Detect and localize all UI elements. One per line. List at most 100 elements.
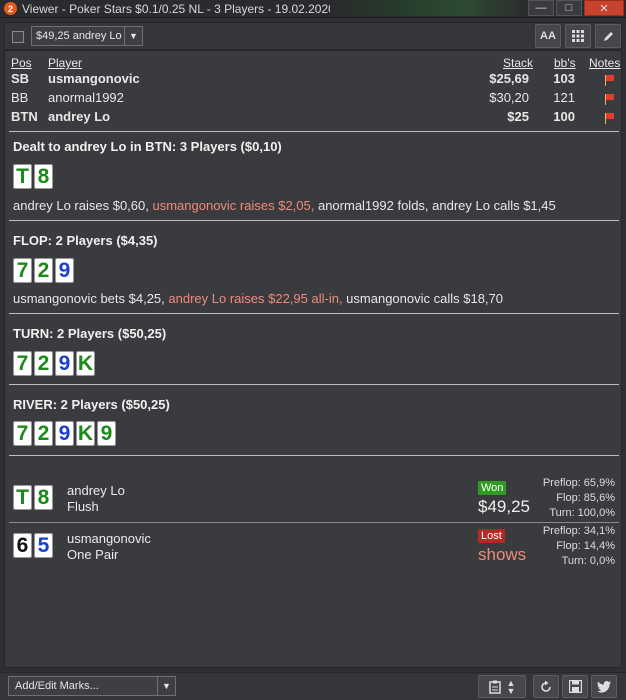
player-stack: $25	[507, 109, 529, 124]
card: 6	[13, 533, 32, 558]
font-size-button[interactable]: AA	[535, 24, 561, 48]
divider	[9, 313, 619, 314]
player-row[interactable]: BB anormal1992 $30,20 121	[5, 90, 621, 109]
note-flag-icon[interactable]	[603, 94, 615, 105]
action-text: andrey Lo raises $0,60,	[13, 198, 153, 213]
card: 8	[34, 485, 53, 510]
card: T	[13, 164, 32, 189]
card: 7	[13, 351, 32, 376]
players-header: Pos Player Stack bb's Notes	[5, 56, 621, 70]
card: 2	[34, 421, 53, 446]
card: K	[76, 421, 95, 446]
minimize-button[interactable]: —	[528, 0, 554, 16]
twitter-icon	[597, 680, 611, 693]
card: T	[13, 485, 32, 510]
won-badge: Won	[478, 481, 507, 495]
player-name: anormal1992	[48, 90, 124, 105]
shows-label: shows	[478, 545, 527, 564]
save-icon	[568, 680, 582, 693]
clipboard-icon	[488, 680, 501, 694]
result-hand: One Pair	[67, 547, 119, 562]
note-flag-icon[interactable]	[603, 75, 615, 86]
action-text: usmangonovic calls $18,70	[346, 291, 503, 306]
card: 5	[34, 533, 53, 558]
turn-title: TURN: 2 Players ($50,25)	[13, 326, 167, 341]
maximize-button[interactable]: □	[556, 0, 582, 16]
clipboard-button[interactable]: ▲ ▼	[478, 675, 526, 698]
player-stack: $25,69	[489, 71, 529, 86]
twitter-button[interactable]	[591, 675, 617, 698]
toolbar: $49,25 andrey Lo ▼ AA	[4, 22, 622, 50]
flop-title: FLOP: 2 Players ($4,35)	[13, 233, 158, 248]
card: 7	[13, 421, 32, 446]
chevron-down-icon[interactable]: ▼	[157, 677, 175, 695]
flop-cards: 7 2 9	[13, 258, 74, 283]
player-dropdown[interactable]: $49,25 andrey Lo ▼	[31, 26, 143, 46]
col-bbs: bb's	[554, 56, 576, 70]
equity-flop: Flop: 14,4%	[556, 540, 615, 552]
equity-flop: Flop: 85,6%	[556, 492, 615, 504]
close-button[interactable]: ✕	[584, 0, 624, 16]
player-bbs: 100	[553, 109, 575, 124]
card: 2	[34, 351, 53, 376]
player-bbs: 121	[553, 90, 575, 105]
player-pos: BB	[11, 90, 29, 105]
action-text: anormal1992 folds, andrey Lo calls $1,45	[317, 198, 556, 213]
hand-history-panel: Pos Player Stack bb's Notes SB usmangono…	[4, 50, 622, 668]
flop-actions: usmangonovic bets $4,25, andrey Lo raise…	[13, 291, 503, 306]
player-row[interactable]: BTN andrey Lo $25 100	[5, 109, 621, 128]
select-checkbox[interactable]	[12, 31, 24, 43]
window-title: Viewer - Poker Stars $0.1/0.25 NL - 3 Pl…	[22, 1, 362, 16]
app-logo-icon: 2	[4, 2, 17, 15]
action-text-raise: usmangonovic raises $2,05,	[152, 198, 318, 213]
player-bbs: 103	[553, 71, 575, 86]
card: 7	[13, 258, 32, 283]
equity-preflop: Preflop: 65,9%	[542, 477, 615, 489]
chevron-down-icon[interactable]: ▼	[124, 27, 142, 45]
marks-dropdown[interactable]: Add/Edit Marks... ▼	[8, 676, 176, 696]
col-pos: Pos	[11, 56, 32, 70]
bottom-bar: Add/Edit Marks... ▼ ▲ ▼	[0, 672, 626, 700]
won-amount: $49,25	[478, 497, 530, 516]
river-title: RIVER: 2 Players ($50,25)	[13, 397, 170, 412]
player-row[interactable]: SB usmangonovic $25,69 103	[5, 71, 621, 90]
col-notes: Notes	[589, 56, 621, 70]
preflop-actions: andrey Lo raises $0,60, usmangonovic rai…	[13, 198, 556, 213]
title-background	[330, 0, 530, 16]
col-player: Player	[48, 56, 83, 70]
divider	[9, 455, 619, 456]
action-text-raise: andrey Lo raises $22,95 all-in,	[168, 291, 347, 306]
card: 9	[55, 258, 74, 283]
result-player-name: andrey Lo	[67, 483, 125, 498]
player-pos: SB	[11, 71, 30, 86]
lost-badge: Lost	[478, 529, 505, 543]
save-button[interactable]	[562, 675, 588, 698]
title-bar: 2 Viewer - Poker Stars $0.1/0.25 NL - 3 …	[0, 0, 626, 18]
divider	[9, 131, 619, 132]
player-pos: BTN	[11, 109, 38, 124]
refresh-button[interactable]	[533, 675, 559, 698]
divider	[9, 220, 619, 221]
grid-button[interactable]	[565, 24, 591, 48]
edit-button[interactable]	[595, 24, 621, 48]
result-hand: Flush	[67, 499, 99, 514]
player-name: andrey Lo	[48, 109, 111, 124]
card: 2	[34, 258, 53, 283]
action-text: usmangonovic bets $4,25,	[13, 291, 169, 306]
result-player-name: usmangonovic	[67, 531, 151, 546]
result-cards: 6 5	[13, 533, 53, 558]
card: 9	[55, 351, 74, 376]
equity-preflop: Preflop: 34,1%	[542, 525, 615, 537]
note-flag-icon[interactable]	[603, 113, 615, 124]
result-cards: T 8	[13, 485, 53, 510]
marks-dropdown-value: Add/Edit Marks...	[15, 680, 99, 692]
hole-cards: T 8	[13, 164, 53, 189]
col-stack: Stack	[503, 56, 534, 70]
player-name: usmangonovic	[48, 71, 140, 86]
card: 9	[97, 421, 116, 446]
grid-icon	[572, 30, 584, 42]
card: 9	[55, 421, 74, 446]
card: K	[76, 351, 95, 376]
updown-icon: ▲ ▼	[506, 677, 516, 696]
divider	[9, 522, 619, 523]
